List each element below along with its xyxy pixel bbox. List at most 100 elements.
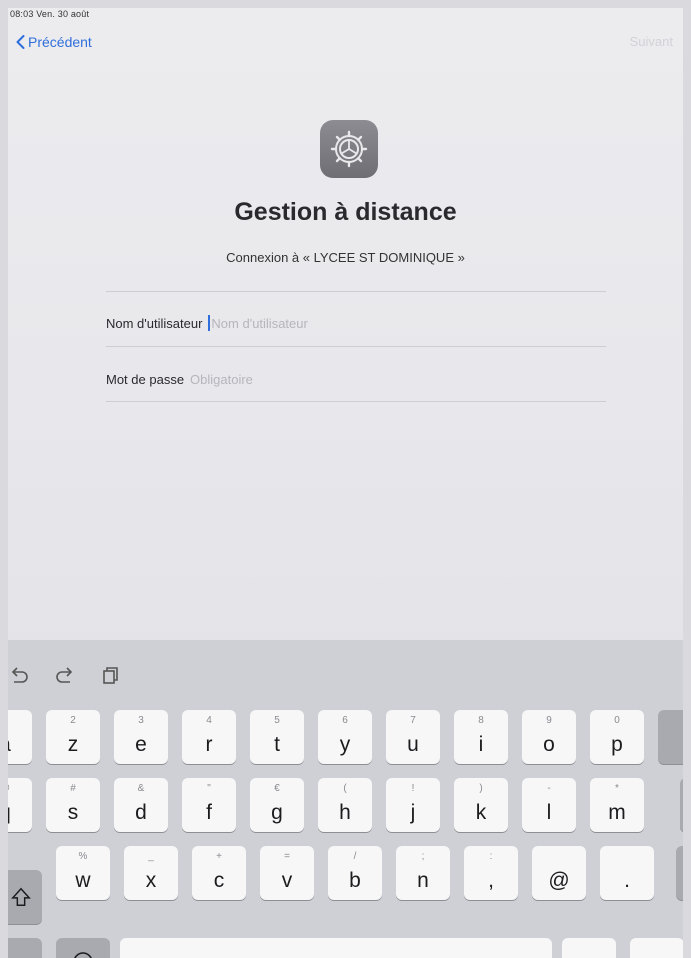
key-m[interactable]: * m (590, 778, 644, 832)
key-main-label: s (67, 801, 79, 824)
shift-key[interactable] (8, 870, 42, 924)
key-alt-label: 9 (546, 715, 552, 726)
key-c[interactable]: + c (192, 846, 246, 900)
username-placeholder: Nom d'utilisateur (211, 315, 308, 331)
password-input[interactable]: Obligatoire (190, 372, 253, 387)
key-x[interactable]: _ x (124, 846, 178, 900)
back-button-label: Précédent (28, 34, 92, 50)
key-s[interactable]: # s (46, 778, 100, 832)
key-comma[interactable]: :, (464, 846, 518, 900)
key-main-label: w (75, 869, 91, 892)
key-main-label: v (281, 869, 293, 892)
key-v[interactable]: = v (260, 846, 314, 900)
key-alt-label: 3 (138, 715, 144, 726)
key-alt-label: 4 (206, 715, 212, 726)
key-alt-label: & (137, 783, 145, 794)
key-alt-label: ( (343, 783, 347, 794)
username-input[interactable]: Nom d'utilisateur (208, 315, 308, 331)
key-r[interactable]: 4r (182, 710, 236, 764)
divider (106, 291, 606, 292)
key-alt-label: 6 (342, 715, 348, 726)
key-a[interactable]: 1a (8, 710, 32, 764)
key-alt-label: € (274, 783, 280, 794)
key-alt-label: 0 (614, 715, 620, 726)
key-i[interactable]: 8i (454, 710, 508, 764)
key-main-label: h (339, 801, 351, 824)
key-alt-label: ! (411, 783, 415, 794)
key-main-label: r (205, 733, 213, 756)
key-y[interactable]: 6y (318, 710, 372, 764)
key-n[interactable]: ; n (396, 846, 450, 900)
key-alt-label: 7 (410, 715, 416, 726)
settings-gear-icon (320, 120, 378, 178)
shift-right-key[interactable] (676, 846, 683, 900)
key-main-label: . (624, 869, 630, 892)
key-u[interactable]: 7u (386, 710, 440, 764)
key-main-label: p (611, 733, 623, 756)
underscore-key[interactable]: _ (562, 938, 616, 958)
shift-arrow-icon (11, 887, 31, 906)
key-main-label: c (213, 869, 225, 892)
key-alt-label: = (284, 851, 290, 862)
key-alt-label: * (615, 783, 619, 794)
key-k[interactable]: ) k (454, 778, 508, 832)
status-bar-time: 08:03 Ven. 30 août (10, 9, 90, 19)
password-placeholder: Obligatoire (190, 371, 253, 387)
key-main-label: l (546, 801, 552, 824)
key-j[interactable]: ! j (386, 778, 440, 832)
username-label: Nom d'utilisateur (106, 315, 203, 331)
key-main-label: j (410, 801, 416, 824)
undo-icon[interactable] (8, 664, 30, 686)
key-t[interactable]: 5t (250, 710, 304, 764)
emoji-key[interactable] (56, 938, 110, 958)
key-main-label: d (135, 801, 147, 824)
key-o[interactable]: 9o (522, 710, 576, 764)
key-alt-label: - (547, 783, 551, 794)
key-alt-label: 5 (274, 715, 280, 726)
key-alt-label: : (489, 851, 493, 862)
key-w[interactable]: % w (56, 846, 110, 900)
key-at[interactable]: @ (532, 846, 586, 900)
key-main-label: @ (548, 869, 570, 892)
divider (106, 346, 606, 347)
numbers-key[interactable]: 23 (8, 938, 42, 958)
key-period[interactable]: . (600, 846, 654, 900)
key-alt-label: 8 (478, 715, 484, 726)
key-main-label: , (488, 869, 494, 892)
screen: 08:03 Ven. 30 août Précédent Suivant Ges… (8, 8, 683, 958)
page-subtitle: Connexion à « LYCEE ST DOMINIQUE » (226, 250, 465, 265)
emoji-icon (74, 952, 92, 958)
key-main-label: g (271, 801, 283, 824)
username-field[interactable]: Nom d'utilisateur Nom d'utilisateur (106, 308, 606, 338)
key-l[interactable]: -l (522, 778, 576, 832)
key-b[interactable]: / b (328, 846, 382, 900)
key-main-label: y (339, 733, 351, 756)
back-button[interactable]: Précédent (16, 34, 92, 50)
key-alt-label: 1 (8, 715, 32, 726)
space-key[interactable] (120, 938, 552, 958)
key-main-label: n (417, 869, 429, 892)
divider (106, 401, 606, 402)
dash-key[interactable]: - (630, 938, 683, 958)
password-field[interactable]: Mot de passe Obligatoire (106, 364, 606, 394)
key-h[interactable]: (h (318, 778, 372, 832)
key-p[interactable]: 0p (590, 710, 644, 764)
key-alt-label: % (78, 851, 88, 862)
key-e[interactable]: 3e (114, 710, 168, 764)
key-g[interactable]: € g (250, 778, 304, 832)
key-main-label: e (135, 733, 147, 756)
key-main-label: z (67, 733, 79, 756)
key-main-label: b (349, 869, 361, 892)
key-f[interactable]: " f (182, 778, 236, 832)
password-label: Mot de passe (106, 371, 185, 387)
redo-icon[interactable] (54, 664, 76, 686)
paste-icon[interactable] (98, 664, 120, 686)
next-button[interactable]: Suivant (630, 34, 673, 49)
key-main-label: o (543, 733, 555, 756)
key-z[interactable]: 2z (46, 710, 100, 764)
backspace-key[interactable] (658, 710, 683, 764)
key-q[interactable]: @q (8, 778, 32, 832)
return-key[interactable] (680, 778, 683, 832)
key-alt-label: + (216, 851, 222, 862)
key-d[interactable]: & d (114, 778, 168, 832)
